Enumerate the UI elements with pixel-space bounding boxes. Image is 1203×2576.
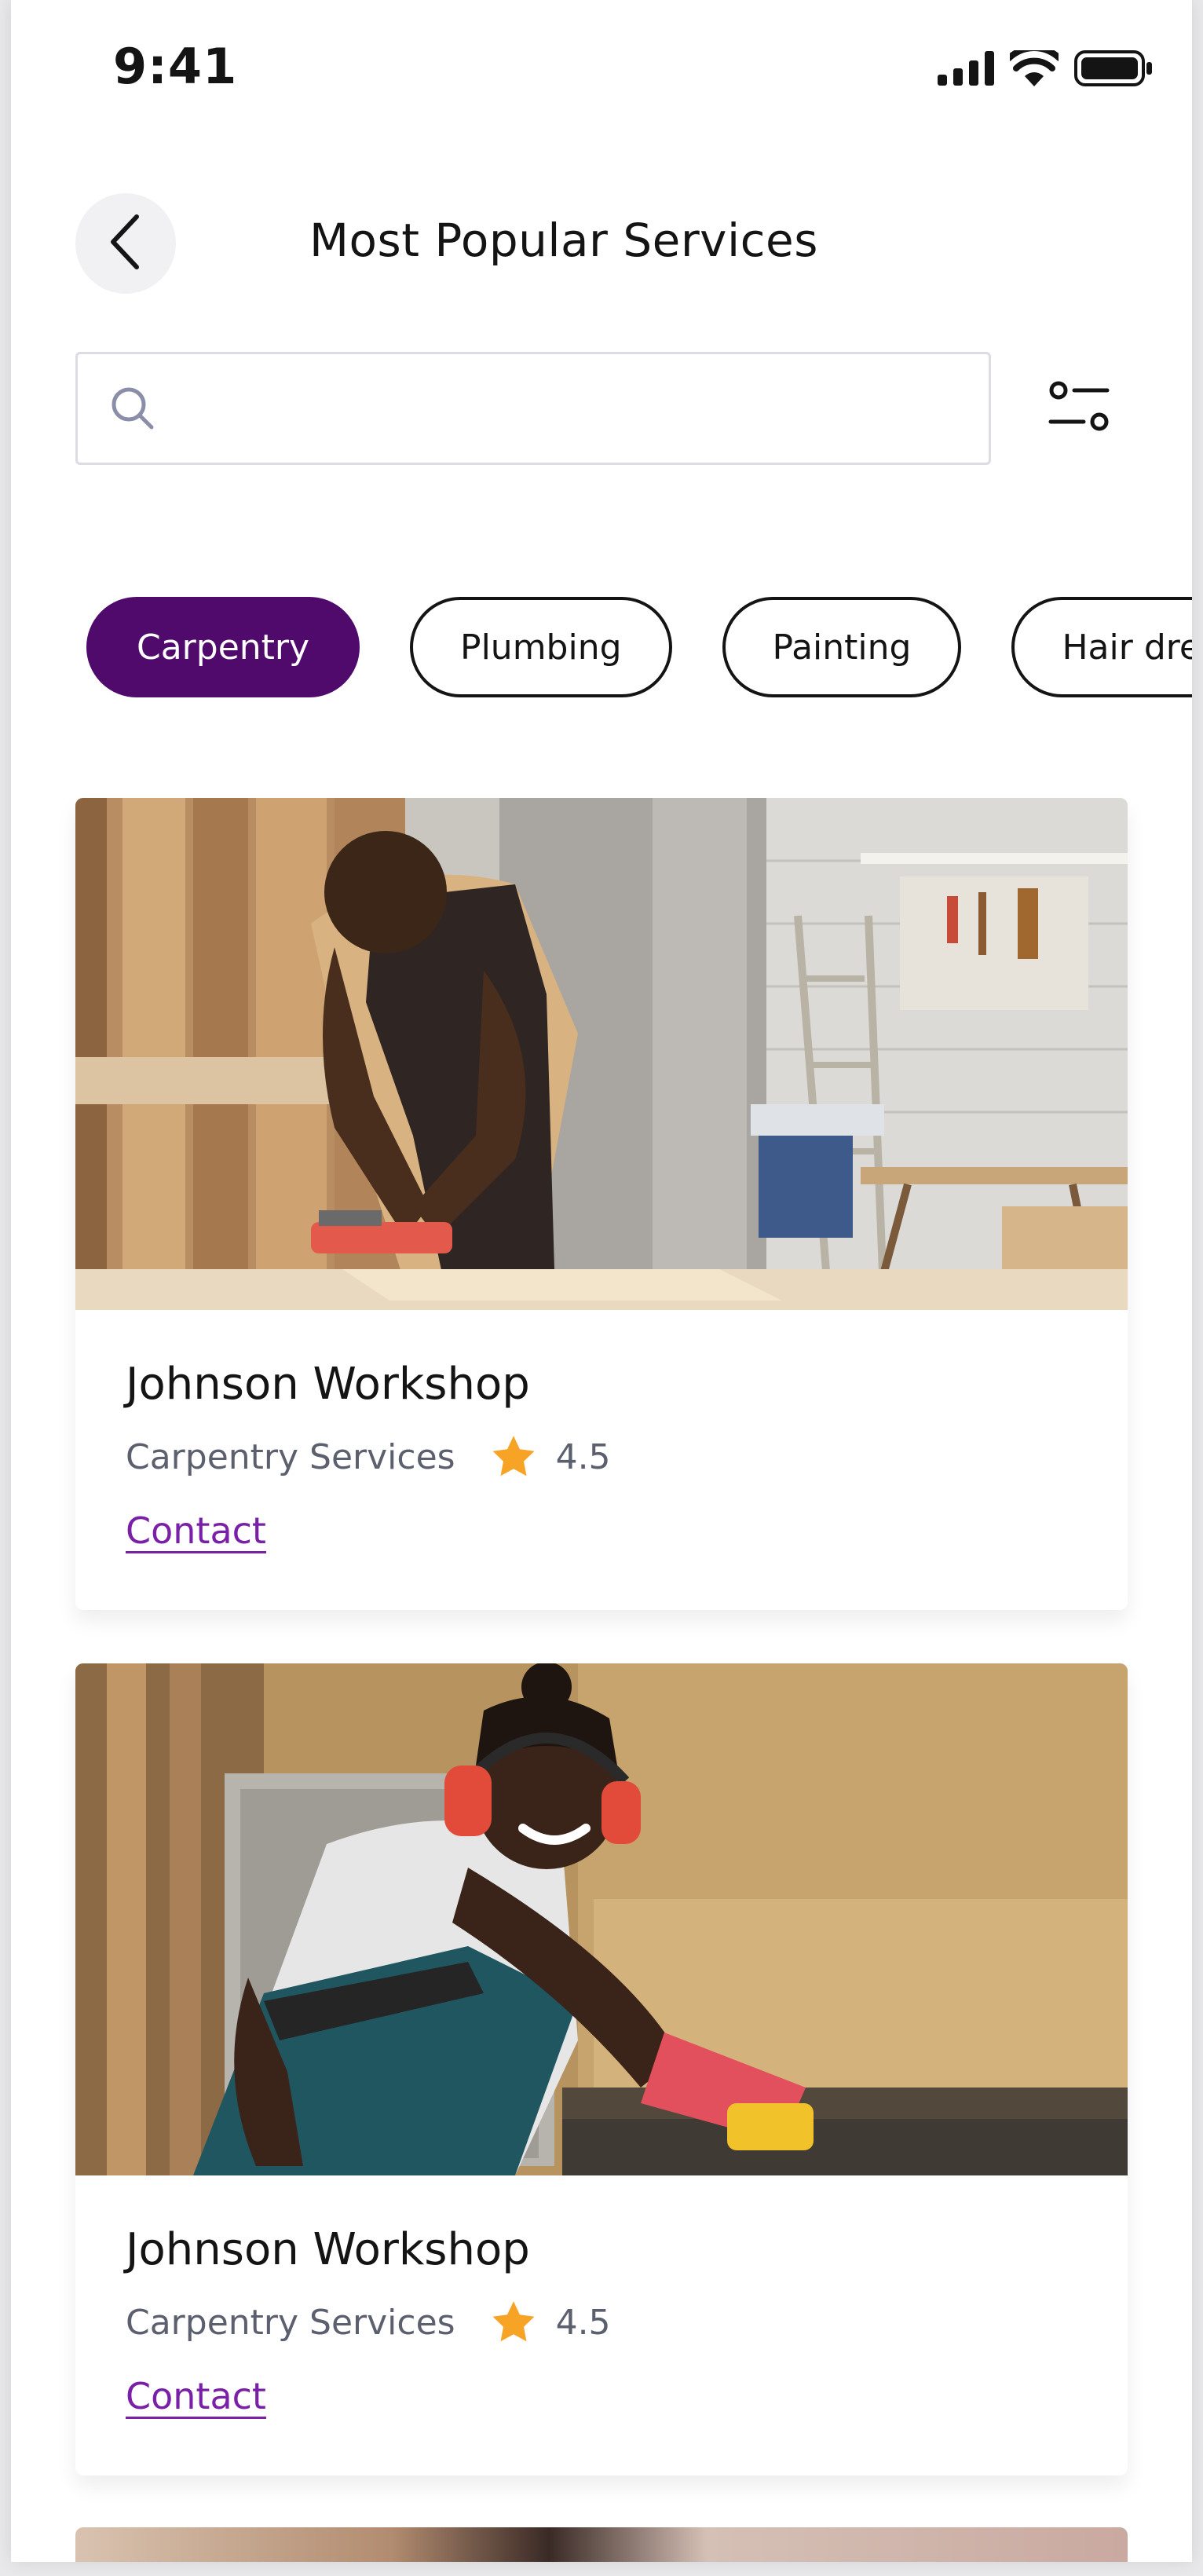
category-chips: Carpentry Plumbing Painting Hair dresser <box>86 597 1192 697</box>
chip-plumbing[interactable]: Plumbing <box>410 597 672 697</box>
app-screen: 9:41 Most Popular Services Carpentry Plu… <box>11 0 1192 2562</box>
contact-link[interactable]: Contact <box>126 2375 266 2417</box>
star-icon <box>490 1434 537 1480</box>
service-title: Johnson Workshop <box>126 2224 530 2275</box>
service-rating: 4.5 <box>555 2302 611 2343</box>
woman-carpenter-with-earmuffs-photo <box>75 1663 1128 2175</box>
chevron-left-icon <box>108 214 143 273</box>
filter-button[interactable] <box>1040 371 1118 449</box>
status-time: 9:41 <box>113 38 238 95</box>
star-icon <box>490 2300 537 2345</box>
service-card[interactable]: Johnson Workshop Carpentry Services 4.5 … <box>75 798 1128 1610</box>
filter-sliders-icon <box>1048 381 1110 439</box>
status-icons <box>938 45 1153 90</box>
wifi-icon <box>1006 45 1062 90</box>
search-input[interactable] <box>175 354 989 463</box>
service-meta: Carpentry Services 4.5 <box>126 1434 611 1480</box>
service-category: Carpentry Services <box>126 1436 455 1477</box>
contact-link[interactable]: Contact <box>126 1509 266 1552</box>
service-card-partial[interactable] <box>75 2527 1128 2562</box>
service-rating: 4.5 <box>555 1436 611 1477</box>
chip-painting[interactable]: Painting <box>722 597 962 697</box>
service-card[interactable]: Johnson Workshop Carpentry Services 4.5 … <box>75 1663 1128 2475</box>
carpenter-planing-wood-photo <box>75 798 1128 1310</box>
service-title: Johnson Workshop <box>126 1359 530 1410</box>
page-title: Most Popular Services <box>309 214 818 267</box>
back-button[interactable] <box>75 193 176 294</box>
chip-carpentry[interactable]: Carpentry <box>86 597 360 697</box>
service-category: Carpentry Services <box>126 2302 455 2343</box>
cellular-signal-icon <box>938 51 994 89</box>
service-meta: Carpentry Services 4.5 <box>126 2300 611 2345</box>
search-icon <box>109 385 156 432</box>
search-bar[interactable] <box>75 352 991 465</box>
battery-icon <box>1074 50 1153 90</box>
chip-hair-dresser[interactable]: Hair dresser <box>1011 597 1192 697</box>
